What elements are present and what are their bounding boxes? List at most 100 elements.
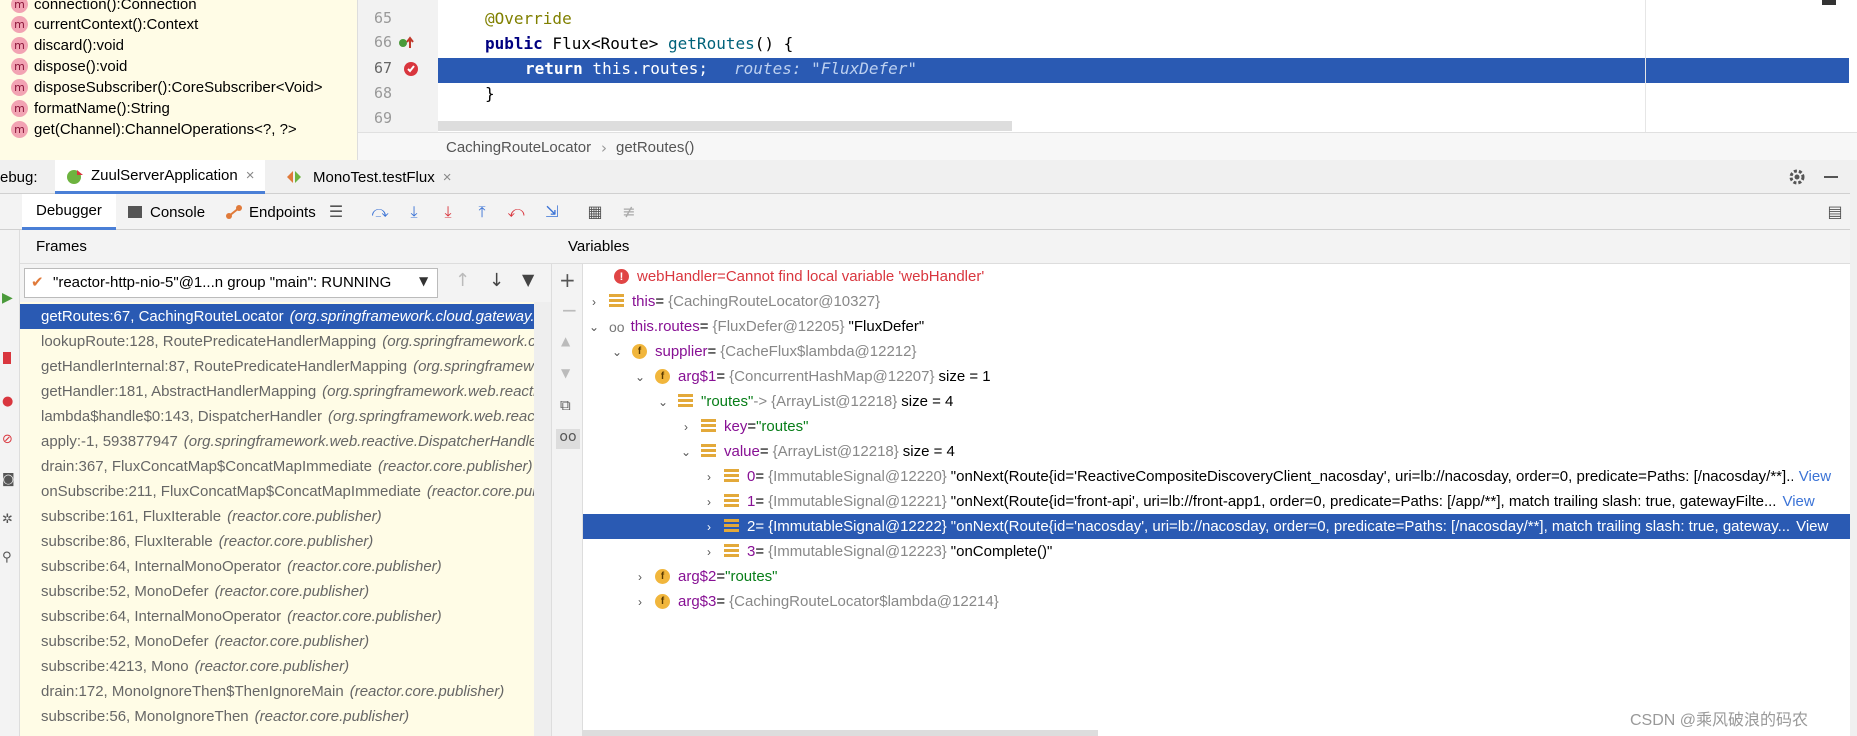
frame-down-icon[interactable]: ↓: [489, 270, 504, 291]
stop-icon[interactable]: [3, 352, 11, 364]
drop-frame-icon[interactable]: ⤺: [507, 203, 525, 221]
frame-row[interactable]: onSubscribe:211, FluxConcatMap$ConcatMap…: [20, 479, 551, 504]
variable-row[interactable]: › 1 = {ImmutableSignal@12221} "onNext(Ro…: [702, 489, 1857, 514]
breadcrumb-item-method[interactable]: getRoutes(): [616, 139, 694, 156]
frame-row[interactable]: lookupRoute:128, RoutePredicateHandlerMa…: [20, 329, 551, 354]
settings-gear-icon[interactable]: [1788, 168, 1806, 186]
view-link[interactable]: View: [1796, 518, 1828, 535]
pin-icon[interactable]: ⚲: [2, 550, 12, 565]
variables-hscrollbar[interactable]: [583, 730, 1098, 736]
settings-icon[interactable]: ✲: [2, 512, 13, 527]
camera-icon[interactable]: ◙: [2, 472, 15, 487]
move-up-icon[interactable]: ▲: [561, 334, 570, 348]
frame-row[interactable]: subscribe:86, FluxIterable (reactor.core.…: [20, 529, 551, 554]
tree-chevron-icon[interactable]: ›: [702, 520, 716, 534]
view-link[interactable]: View: [1782, 493, 1814, 510]
tab-debugger[interactable]: Debugger: [22, 194, 116, 230]
show-watches-icon[interactable]: oo: [556, 429, 580, 449]
copy-icon[interactable]: ⧉: [560, 396, 571, 414]
variable-row-selected[interactable]: › 2 = {ImmutableSignal@12222} "onNext(Ro…: [583, 514, 1857, 539]
tab-label: Endpoints: [249, 203, 316, 221]
close-icon[interactable]: ×: [443, 169, 452, 186]
step-into-icon[interactable]: ⤓: [405, 203, 423, 221]
variable-value: size = 4: [902, 443, 955, 460]
view-link[interactable]: View: [1799, 468, 1831, 485]
variable-value: "onNext(Route{id='front-api', uri=lb://f…: [950, 493, 1777, 510]
step-over-icon[interactable]: ⤼: [371, 203, 389, 221]
variable-row[interactable]: ! webHandler = Cannot find local variabl…: [600, 264, 1857, 289]
frame-row[interactable]: subscribe:64, InternalMonoOperator (react…: [20, 604, 551, 629]
tree-chevron-icon[interactable]: ›: [702, 470, 716, 484]
close-icon[interactable]: ×: [246, 167, 255, 184]
tab-zuul-server-application[interactable]: ZuulServerApplication ×: [55, 160, 265, 194]
tree-chevron-icon[interactable]: ⌄: [679, 445, 693, 459]
variable-row[interactable]: › key = "routes": [679, 414, 1857, 439]
tree-chevron-icon[interactable]: ›: [633, 570, 647, 584]
frame-row[interactable]: subscribe:4213, Mono (reactor.core.publis…: [20, 654, 551, 679]
variable-row[interactable]: ⌄ "routes" -> {ArrayList@12218} size = 4: [656, 389, 1857, 414]
filter-icon[interactable]: ▼: [522, 270, 534, 289]
frame-row[interactable]: subscribe:56, MonoIgnoreThen (reactor.cor…: [20, 704, 551, 729]
frame-row[interactable]: subscribe:52, MonoDefer (reactor.core.pub…: [20, 579, 551, 604]
variable-row[interactable]: › 0 = {ImmutableSignal@12220} "onNext(Ro…: [702, 464, 1857, 489]
breakpoint-icon[interactable]: [403, 61, 419, 77]
override-marker-icon[interactable]: [398, 36, 416, 50]
step-out-icon[interactable]: ⤒: [473, 203, 491, 221]
tree-chevron-icon[interactable]: ⌄: [587, 320, 601, 334]
remove-watch-icon[interactable]: −: [561, 298, 578, 322]
tab-monotest-testflux[interactable]: MonoTest.testFlux ×: [285, 160, 451, 194]
frame-method: subscribe:52, MonoDefer: [41, 633, 209, 650]
frame-row[interactable]: subscribe:64, InternalMonoOperator (react…: [20, 554, 551, 579]
run-to-cursor-icon[interactable]: ⇲: [543, 203, 561, 221]
structure-item-label: currentContext():Context: [34, 16, 199, 33]
tree-chevron-icon[interactable]: ›: [702, 545, 716, 559]
variable-row[interactable]: › 3 = {ImmutableSignal@12223} "onComplet…: [702, 539, 1857, 564]
frame-row[interactable]: getHandler:181, AbstractHandlerMapping (o…: [20, 379, 551, 404]
editor-hscrollbar[interactable]: [438, 121, 1012, 131]
layout-icon[interactable]: ▤: [1826, 203, 1844, 221]
force-step-into-icon[interactable]: ⤓: [439, 203, 457, 221]
watch-glasses-icon: oo: [609, 318, 625, 335]
variable-row[interactable]: ⌄ value = {ArrayList@12218} size = 4: [679, 439, 1857, 464]
tree-chevron-icon[interactable]: ›: [587, 295, 601, 309]
move-down-icon[interactable]: ▼: [561, 366, 570, 380]
trace-icon[interactable]: ≢: [620, 203, 638, 221]
tab-endpoints[interactable]: Endpoints: [225, 200, 316, 224]
menu-icon[interactable]: ☰: [327, 203, 345, 221]
tree-chevron-icon[interactable]: ›: [633, 595, 647, 609]
mute-breakpoints-icon[interactable]: ⊘: [2, 432, 13, 447]
frames-scrollbar[interactable]: [534, 302, 551, 736]
frame-row[interactable]: drain:367, FluxConcatMap$ConcatMapImmedi…: [20, 454, 551, 479]
tree-chevron-icon[interactable]: ⌄: [610, 345, 624, 359]
method-icon: m: [11, 58, 28, 75]
evaluate-expression-icon[interactable]: ▦: [586, 203, 604, 221]
tree-chevron-icon[interactable]: ⌄: [633, 370, 647, 384]
minimize-icon[interactable]: [1824, 176, 1838, 178]
thread-selector[interactable]: ✔ "reactor-http-nio-5"@1...n group "main…: [24, 268, 438, 298]
frame-method: lambda$handle$0:143, DispatcherHandler: [41, 408, 323, 425]
frame-row[interactable]: subscribe:161, FluxIterable (reactor.core…: [20, 504, 551, 529]
variable-row[interactable]: › this = {CachingRouteLocator@10327}: [587, 289, 1857, 314]
resume-icon[interactable]: ▶: [2, 290, 13, 306]
add-watch-icon[interactable]: +: [559, 268, 576, 292]
frame-up-icon[interactable]: ↑: [455, 270, 470, 291]
variable-row[interactable]: › f arg$3 = {CachingRouteLocator$lambda@…: [633, 589, 1857, 614]
view-breakpoints-icon[interactable]: ●: [2, 394, 13, 409]
tree-chevron-icon[interactable]: ›: [702, 495, 716, 509]
frame-row[interactable]: lambda$handle$0:143, DispatcherHandler (o…: [20, 404, 551, 429]
frame-row[interactable]: getRoutes:67, CachingRouteLocator (org.sp…: [20, 304, 551, 329]
tree-chevron-icon[interactable]: ⌄: [656, 395, 670, 409]
tree-chevron-icon[interactable]: ›: [679, 420, 693, 434]
variable-row[interactable]: ⌄ f arg$1 = {ConcurrentHashMap@12207} si…: [633, 364, 1857, 389]
variable-row[interactable]: ⌄ oo this.routes = {FluxDefer@12205} "Fl…: [587, 314, 1857, 339]
variable-row[interactable]: ⌄ f supplier = {CacheFlux$lambda@12212}: [610, 339, 1857, 364]
breadcrumb-item-class[interactable]: CachingRouteLocator: [446, 139, 591, 156]
frame-row[interactable]: subscribe:52, MonoDefer (reactor.core.pub…: [20, 629, 551, 654]
variable-row[interactable]: › f arg$2 = "routes": [633, 564, 1857, 589]
tab-console[interactable]: Console: [128, 200, 205, 224]
variable-name: 3: [747, 543, 756, 560]
frame-row[interactable]: getHandlerInternal:87, RoutePredicateHan…: [20, 354, 551, 379]
frame-row[interactable]: drain:172, MonoIgnoreThen$ThenIgnoreMain…: [20, 679, 551, 704]
structure-item[interactable]: m get(Channel):ChannelOperations<?, ?>: [0, 117, 358, 142]
frame-row[interactable]: apply:-1, 593877947 (org.springframework.…: [20, 429, 551, 454]
